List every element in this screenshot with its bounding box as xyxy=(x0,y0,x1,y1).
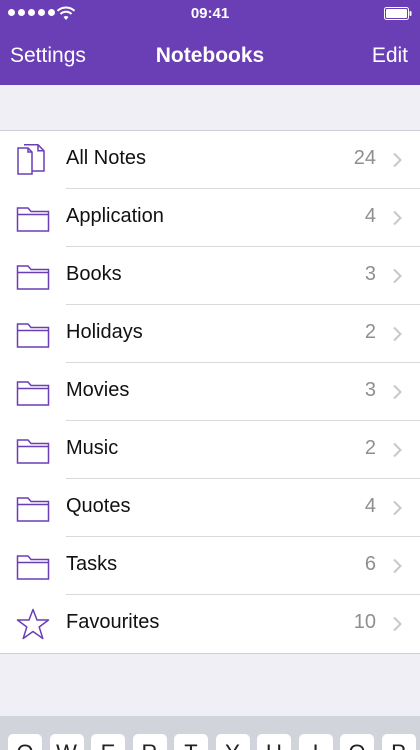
key-t[interactable]: T xyxy=(174,734,208,750)
chevron-right-icon xyxy=(393,210,402,226)
notebook-row-books[interactable]: Books 3 xyxy=(0,247,420,305)
notebook-row-movies[interactable]: Movies 3 xyxy=(0,363,420,421)
notebook-label: All Notes xyxy=(66,147,147,169)
key-p[interactable]: P xyxy=(381,734,416,750)
settings-button[interactable]: Settings xyxy=(10,44,86,68)
notebook-count: 4 xyxy=(364,205,376,227)
notebook-row-all-notes[interactable]: All Notes 24 xyxy=(0,131,420,189)
folder-icon xyxy=(16,434,50,466)
notebook-count: 2 xyxy=(364,437,376,459)
notebook-count: 24 xyxy=(353,147,376,169)
notebook-list: All Notes 24 Application 4 Books 3 Holidays 2 Mo… xyxy=(0,130,420,654)
folder-icon xyxy=(16,376,50,408)
chevron-right-icon xyxy=(393,558,402,574)
battery-icon xyxy=(384,7,412,20)
notebook-count: 10 xyxy=(353,611,376,633)
chevron-right-icon xyxy=(393,442,402,458)
folder-icon xyxy=(16,260,50,292)
chevron-right-icon xyxy=(393,152,402,168)
notebook-label: Favourites xyxy=(66,611,160,633)
chevron-right-icon xyxy=(393,384,402,400)
notebook-label: Application xyxy=(66,205,164,227)
chevron-right-icon xyxy=(393,326,402,342)
keyboard: QWERTYUIOP xyxy=(0,716,420,750)
folder-icon xyxy=(16,202,50,234)
key-i[interactable]: I xyxy=(298,734,333,750)
star-icon xyxy=(16,608,50,640)
key-w[interactable]: W xyxy=(49,734,84,750)
notes-icon xyxy=(16,144,50,176)
key-y[interactable]: Y xyxy=(215,734,250,750)
chevron-right-icon xyxy=(393,616,402,632)
key-r[interactable]: R xyxy=(132,734,167,750)
status-time: 09:41 xyxy=(190,5,230,22)
folder-icon xyxy=(16,492,50,524)
status-bar: 09:41 xyxy=(0,0,420,28)
notebook-count: 4 xyxy=(364,495,376,517)
notebook-row-favourites[interactable]: Favourites 10 xyxy=(0,595,420,653)
chevron-right-icon xyxy=(393,500,402,516)
notebook-row-quotes[interactable]: Quotes 4 xyxy=(0,479,420,537)
notebook-row-music[interactable]: Music 2 xyxy=(0,421,420,479)
key-e[interactable]: E xyxy=(91,734,125,750)
notebook-row-application[interactable]: Application 4 xyxy=(0,189,420,247)
notebook-label: Movies xyxy=(66,379,130,401)
notebook-label: Books xyxy=(66,263,122,285)
notebook-count: 6 xyxy=(364,553,376,575)
edit-button[interactable]: Edit xyxy=(372,44,408,68)
notebook-count: 3 xyxy=(364,379,376,401)
folder-icon xyxy=(16,550,50,582)
key-o[interactable]: O xyxy=(340,734,374,750)
key-u[interactable]: U xyxy=(257,734,291,750)
navigation-header: 09:41 Settings Notebooks Edit xyxy=(0,0,420,85)
notebook-label: Quotes xyxy=(66,495,131,517)
notebook-label: Music xyxy=(66,437,119,459)
notebook-label: Holidays xyxy=(66,321,143,343)
notebook-row-holidays[interactable]: Holidays 2 xyxy=(0,305,420,363)
notebook-count: 2 xyxy=(364,321,376,343)
notebook-label: Tasks xyxy=(66,553,118,575)
notebook-row-tasks[interactable]: Tasks 6 xyxy=(0,537,420,595)
folder-icon xyxy=(16,318,50,350)
key-q[interactable]: Q xyxy=(8,734,42,750)
chevron-right-icon xyxy=(393,268,402,284)
notebook-count: 3 xyxy=(364,263,376,285)
